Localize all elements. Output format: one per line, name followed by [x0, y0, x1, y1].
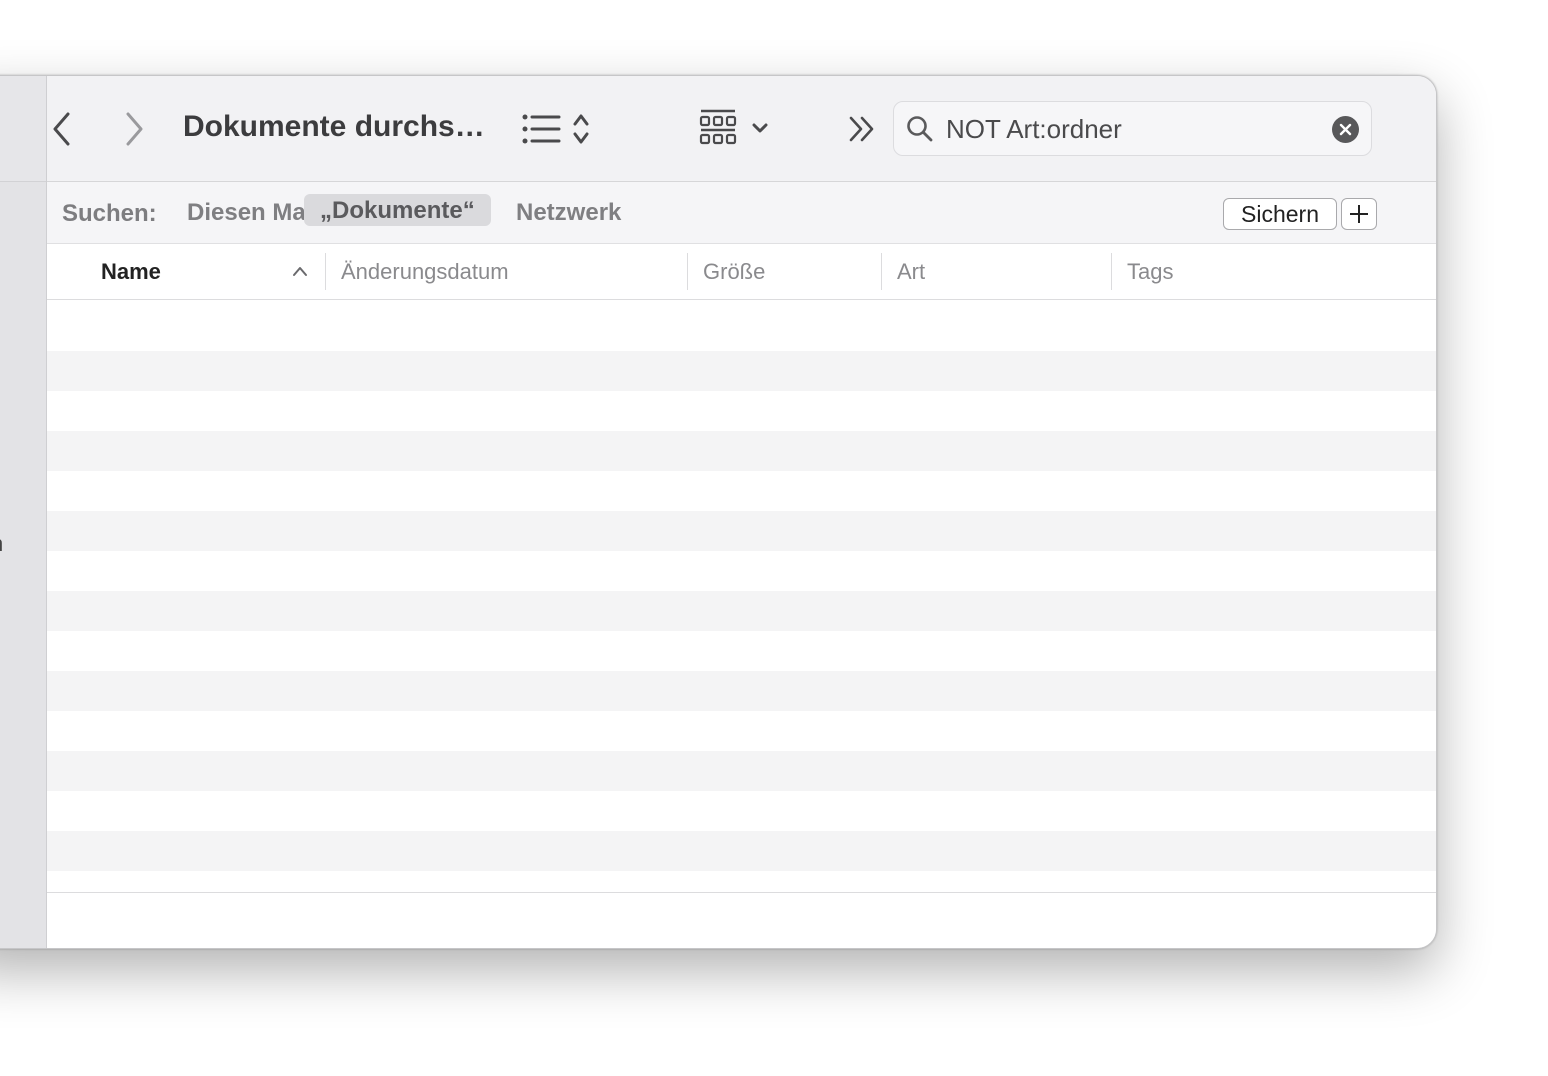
sidebar: . n [0, 76, 47, 948]
sidebar-toolbar-area [0, 76, 46, 182]
chevron-right-icon [126, 112, 143, 146]
empty-row [47, 301, 1436, 351]
column-divider[interactable] [1111, 253, 1112, 290]
status-bar [47, 892, 1436, 948]
grid-group-icon [699, 109, 768, 145]
column-modified[interactable]: Änderungsdatum [341, 259, 509, 285]
column-size[interactable]: Größe [703, 259, 765, 285]
empty-row [47, 751, 1436, 791]
add-criteria-button[interactable] [1341, 198, 1377, 230]
column-header: Name Änderungsdatum Größe Art Tags [47, 244, 1436, 300]
save-search-button[interactable]: Sichern [1223, 198, 1337, 230]
group-button[interactable] [699, 108, 773, 148]
double-chevron-right-icon [849, 116, 874, 142]
toolbar: Dokumente durchs… [47, 76, 1436, 182]
clear-search-button[interactable] [1332, 116, 1359, 143]
chevron-up-icon[interactable] [292, 265, 308, 277]
window-title: Dokumente durchs… [183, 110, 485, 143]
sidebar-clipped-text-2[interactable]: n [0, 531, 3, 557]
back-button[interactable] [47, 109, 77, 149]
column-kind[interactable]: Art [897, 259, 925, 285]
column-divider[interactable] [325, 253, 326, 290]
empty-row [47, 471, 1436, 511]
forward-button[interactable] [119, 109, 149, 149]
chevron-left-icon [53, 112, 70, 146]
empty-row [47, 431, 1436, 471]
more-toolbar-button[interactable] [845, 114, 879, 144]
empty-row [47, 711, 1436, 751]
empty-row [47, 511, 1436, 551]
list-view-icon [522, 114, 589, 144]
scope-this-mac[interactable]: Diesen Mac [187, 199, 319, 227]
scope-label: Suchen: [62, 200, 157, 227]
magnifier-icon [907, 116, 933, 142]
view-mode-button[interactable] [521, 110, 593, 148]
file-list[interactable] [47, 301, 1436, 911]
empty-row [47, 351, 1436, 391]
scope-network[interactable]: Netzwerk [516, 199, 621, 227]
column-divider[interactable] [687, 253, 688, 290]
empty-row [47, 791, 1436, 831]
search-input[interactable] [946, 111, 1316, 147]
column-divider[interactable] [881, 253, 882, 290]
search-field[interactable] [893, 101, 1372, 156]
empty-row [47, 391, 1436, 431]
main-area: Dokumente durchs… NOT Art:ordner Suchen:… [47, 76, 1436, 948]
column-name[interactable]: Name [101, 259, 161, 285]
empty-row [47, 551, 1436, 591]
column-tags[interactable]: Tags [1127, 259, 1173, 285]
scope-documents[interactable]: „Dokumente“ [304, 194, 491, 226]
empty-row [47, 631, 1436, 671]
screen: . n Dokumente durchs… [0, 0, 1548, 1076]
empty-row [47, 671, 1436, 711]
finder-window: . n Dokumente durchs… [0, 75, 1437, 949]
clear-circle-icon [1339, 123, 1352, 136]
empty-row [47, 831, 1436, 871]
search-scope-bar: Suchen: Diesen Mac „Dokumente“ Netzwerk … [47, 182, 1436, 244]
plus-icon [1350, 205, 1368, 223]
empty-row [47, 591, 1436, 631]
